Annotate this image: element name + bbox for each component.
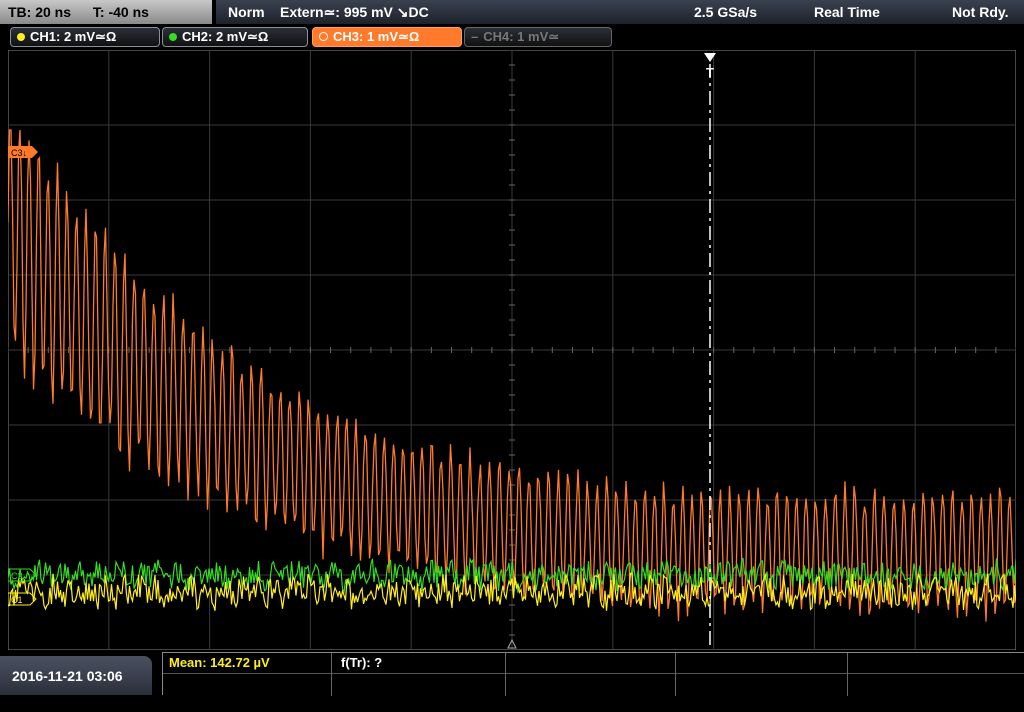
top-status-bar: TB: 20 ns T: -40 ns Norm Extern≃: 995 mV…	[0, 0, 1024, 24]
date-time: 2016-11-21 03:06	[12, 668, 123, 684]
ch1-color-dot	[17, 32, 25, 41]
measurement-col-sep	[331, 653, 332, 696]
ch4-off-icon: –	[471, 29, 479, 44]
ch1-label: CH1: 2 mV≃Ω	[30, 29, 117, 44]
tab-ch2[interactable]: CH2: 2 mV≃Ω	[162, 27, 308, 47]
ch4-label: CH4: 1 mV≃	[483, 29, 560, 44]
tab-ch1[interactable]: CH1: 2 mV≃Ω	[10, 27, 160, 47]
ch3-ref-label: C3↓	[11, 148, 27, 158]
trigger-mode: Norm	[228, 4, 265, 20]
ch2-color-dot	[169, 32, 177, 41]
bottom-bar: 2016-11-21 03:06 Mean: 142.72 µV f(Tr): …	[0, 652, 1024, 696]
measurement-col-sep	[505, 653, 506, 696]
ch3-label: CH3: 1 mV≃Ω	[333, 29, 420, 44]
channel-tabs: CH1: 2 mV≃Ω CH2: 2 mV≃Ω CH3: 1 mV≃Ω – CH4…	[0, 26, 1024, 48]
mean-measurement: Mean: 142.72 µV	[169, 655, 270, 670]
tab-ch4[interactable]: – CH4: 1 mV≃	[464, 27, 612, 47]
trigger-source: Extern≃: 995 mV ↘DC	[280, 4, 429, 20]
date-time-box: 2016-11-21 03:06	[0, 656, 152, 695]
tab-ch3[interactable]: CH3: 1 mV≃Ω	[312, 27, 462, 47]
acquisition-bar[interactable]: Norm Extern≃: 995 mV ↘DC 2.5 GSa/s Real …	[216, 0, 1024, 24]
ch3-ref-marker[interactable]: C3↓	[8, 146, 38, 158]
trigger-offset-label: T: -40 ns	[92, 4, 149, 20]
frequency-measurement: f(Tr): ?	[341, 655, 383, 670]
ch2-ref-label: C2	[11, 571, 23, 581]
measurement-col-sep	[675, 653, 676, 696]
ch2-label: CH2: 2 mV≃Ω	[182, 29, 269, 44]
trigger-marker-label: T	[706, 65, 714, 80]
measurement-panel[interactable]: Mean: 142.72 µV f(Tr): ?	[162, 652, 1024, 696]
ch1-ref-label: C1	[11, 595, 23, 605]
ch3-color-dot	[319, 32, 328, 42]
timebase-box[interactable]: TB: 20 ns T: -40 ns	[0, 0, 212, 24]
acquisition-mode: Real Time	[814, 4, 880, 20]
measurement-divider	[163, 673, 1024, 674]
acquisition-status: Not Rdy.	[952, 4, 1009, 20]
sample-rate: 2.5 GSa/s	[694, 4, 758, 20]
timebase-label: TB: 20 ns	[8, 4, 72, 20]
waveform-display[interactable]: T C3↓ C2 C1	[8, 50, 1016, 650]
measurement-col-sep	[847, 653, 848, 696]
